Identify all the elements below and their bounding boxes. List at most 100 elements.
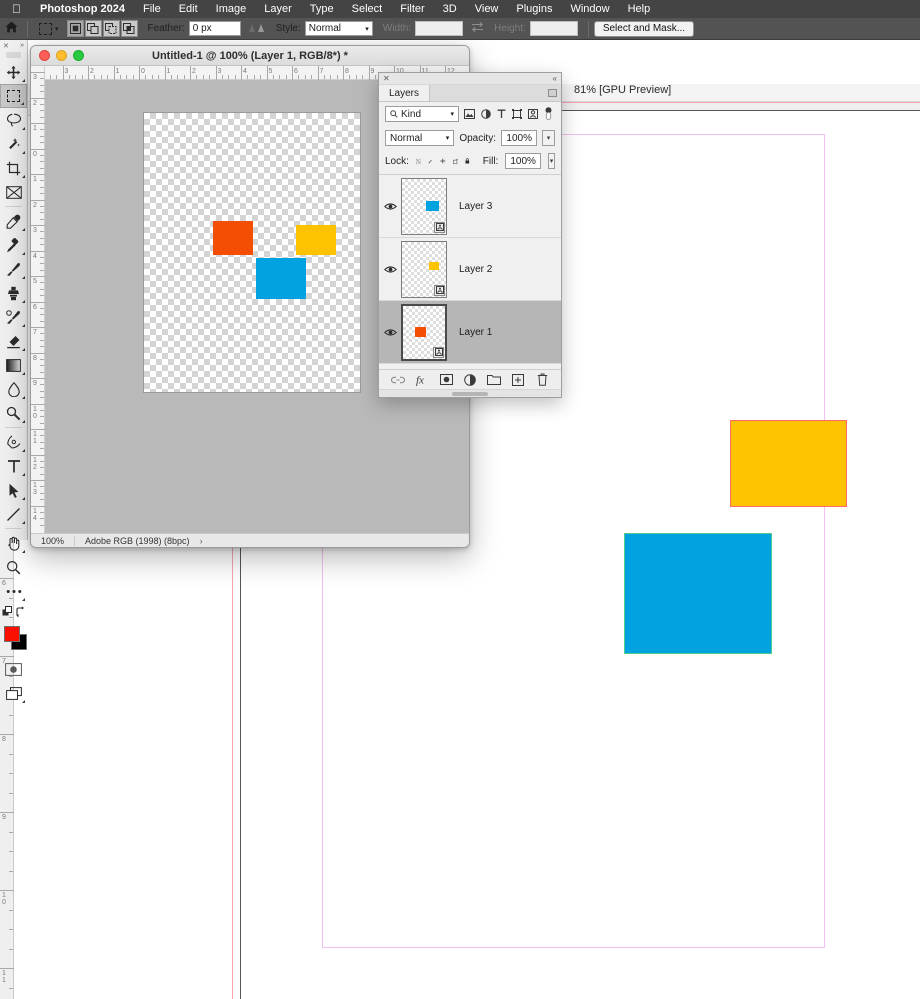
chevron-down-icon[interactable]: ▾: [55, 25, 59, 33]
orange-rectangle[interactable]: [213, 221, 253, 255]
adjustment-layers-icon[interactable]: [481, 109, 491, 119]
menu-item-3d[interactable]: 3D: [434, 0, 466, 18]
eye-icon[interactable]: [379, 202, 401, 211]
eyedropper-tool[interactable]: [0, 209, 27, 233]
layer-thumbnail[interactable]: [401, 303, 447, 361]
chevron-down-icon[interactable]: ▾: [446, 134, 450, 142]
collapse-panel-icon[interactable]: «: [553, 74, 557, 83]
shape-layers-icon[interactable]: [512, 109, 522, 119]
artboard-transparent[interactable]: [144, 113, 360, 392]
layer-row-3[interactable]: Layer 3: [379, 175, 561, 238]
select-and-mask-button[interactable]: Select and Mask...: [593, 20, 695, 37]
layer-thumbnail[interactable]: [401, 177, 447, 235]
pen-tool[interactable]: [0, 430, 27, 454]
close-icon[interactable]: ✕: [383, 74, 390, 83]
document-title-bar[interactable]: Untitled-1 @ 100% (Layer 1, RGB/8*) *: [31, 46, 469, 66]
new-adjustment-layer-icon[interactable]: [463, 373, 477, 387]
spot-healing-brush-tool[interactable]: [0, 233, 27, 257]
zoom-level[interactable]: 100%: [31, 535, 75, 546]
eye-icon[interactable]: [379, 265, 401, 274]
default-and-swap-colors[interactable]: [0, 603, 27, 621]
lock-transparent-pixels-icon[interactable]: [415, 156, 421, 167]
anti-alias-icon[interactable]: [248, 21, 266, 36]
quick-mask-icon[interactable]: [0, 657, 27, 681]
tools-panel[interactable]: ✕ »: [0, 40, 28, 703]
layer-row-1[interactable]: Layer 1: [379, 301, 561, 364]
menu-item-type[interactable]: Type: [301, 0, 343, 18]
tab-layers[interactable]: Layers: [379, 85, 431, 101]
layer-row-2[interactable]: Layer 2: [379, 238, 561, 301]
gradient-tool[interactable]: [0, 353, 27, 377]
expand-toolbar-icon[interactable]: »: [20, 42, 24, 49]
menu-item-view[interactable]: View: [466, 0, 508, 18]
menu-item-image[interactable]: Image: [207, 0, 256, 18]
pixel-layers-icon[interactable]: [464, 109, 475, 119]
close-icon[interactable]: ✕: [3, 42, 9, 50]
menu-item-plugins[interactable]: Plugins: [507, 0, 561, 18]
chevron-down-icon[interactable]: ▾: [365, 25, 369, 33]
link-layers-icon[interactable]: [391, 373, 405, 387]
menu-item-file[interactable]: File: [134, 0, 170, 18]
blue-rectangle-frame[interactable]: [624, 533, 772, 654]
layer-name[interactable]: Layer 2: [459, 264, 492, 275]
brush-tool[interactable]: [0, 257, 27, 281]
add-layer-mask-icon[interactable]: [439, 373, 453, 387]
yellow-rectangle[interactable]: [296, 225, 336, 255]
menu-item-photoshop[interactable]: Photoshop 2024: [31, 0, 134, 18]
chevron-down-icon[interactable]: ▾: [450, 110, 454, 118]
layers-panel[interactable]: ✕ « Layers Kind ▾ Normal ▾ Opacity: 100%…: [378, 72, 562, 398]
opacity-stepper[interactable]: ▾: [542, 130, 555, 146]
menu-item-select[interactable]: Select: [343, 0, 392, 18]
layer-name[interactable]: Layer 3: [459, 201, 492, 212]
type-layers-icon[interactable]: [497, 109, 506, 119]
foreground-color-swatch[interactable]: [4, 626, 20, 642]
path-selection-tool[interactable]: [0, 478, 27, 502]
lock-position-icon[interactable]: [440, 155, 446, 167]
blend-mode-select[interactable]: Normal ▾: [385, 130, 455, 146]
edit-toolbar-tool[interactable]: [0, 579, 27, 603]
type-tool[interactable]: [0, 454, 27, 478]
hand-tool[interactable]: [0, 531, 27, 555]
home-icon[interactable]: [0, 21, 22, 36]
panel-menu-icon[interactable]: [548, 89, 557, 97]
selection-mode-group[interactable]: [66, 20, 138, 37]
new-group-icon[interactable]: [487, 373, 501, 387]
status-expand-icon[interactable]: ›: [200, 536, 203, 546]
dodge-tool[interactable]: [0, 401, 27, 425]
yellow-rectangle-frame[interactable]: [730, 420, 847, 507]
screen-mode-icon[interactable]: [0, 681, 27, 705]
blue-rectangle[interactable]: [256, 258, 306, 299]
intersect-with-selection-button[interactable]: [120, 20, 138, 37]
color-swatches[interactable]: [0, 623, 27, 657]
layer-kind-filter[interactable]: Kind ▾: [385, 106, 459, 122]
history-brush-tool[interactable]: [0, 305, 27, 329]
rectangular-marquee-tool[interactable]: [0, 84, 27, 108]
height-input[interactable]: [529, 21, 578, 36]
width-input[interactable]: [415, 21, 464, 36]
scrollbar-thumb[interactable]: [451, 392, 489, 396]
swap-width-height-icon[interactable]: [471, 21, 484, 36]
layers-panel-tabbar[interactable]: Layers: [379, 85, 561, 102]
menu-item-layer[interactable]: Layer: [255, 0, 301, 18]
menu-item-help[interactable]: Help: [619, 0, 660, 18]
layer-thumbnail[interactable]: [401, 240, 447, 298]
tools-panel-grip[interactable]: [6, 52, 21, 58]
object-selection-tool[interactable]: [0, 132, 27, 156]
line-tool[interactable]: [0, 502, 27, 526]
delete-layer-icon[interactable]: [535, 373, 549, 387]
frame-tool[interactable]: [0, 180, 27, 204]
opacity-value[interactable]: 100%: [501, 130, 537, 146]
blur-tool[interactable]: [0, 377, 27, 401]
add-to-selection-button[interactable]: [84, 20, 102, 37]
eraser-tool[interactable]: [0, 329, 27, 353]
move-tool[interactable]: [0, 60, 27, 84]
lasso-tool[interactable]: [0, 108, 27, 132]
smart-objects-icon[interactable]: [528, 109, 538, 119]
apple-icon[interactable]: : [0, 3, 31, 15]
layers-list[interactable]: Layer 3 Layer 2 Layer 1: [379, 174, 561, 364]
options-bar[interactable]: ▾ Feather: 0 px Style: Normal ▾ Width: H…: [0, 18, 920, 40]
menu-item-window[interactable]: Window: [561, 0, 618, 18]
feather-input[interactable]: 0 px: [188, 21, 241, 36]
crop-tool[interactable]: [0, 156, 27, 180]
new-selection-button[interactable]: [66, 20, 84, 37]
